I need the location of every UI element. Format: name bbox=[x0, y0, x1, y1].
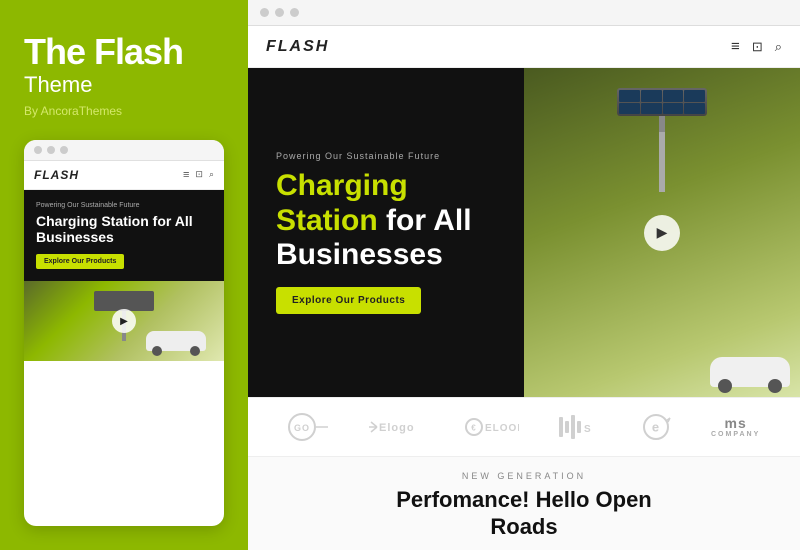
hero-eyebrow: Powering Our Sustainable Future bbox=[276, 151, 496, 161]
bars-svg: S bbox=[558, 413, 600, 441]
svg-text:S: S bbox=[584, 424, 592, 435]
solar-cell-8 bbox=[684, 103, 705, 115]
solar-cell-2 bbox=[641, 90, 662, 102]
eloop-svg: € ELOOP bbox=[464, 416, 519, 438]
svg-text:e: e bbox=[651, 420, 659, 435]
car bbox=[710, 357, 790, 387]
sidebar-byline: By AncoraThemes bbox=[24, 104, 224, 118]
bars-logo: S bbox=[558, 413, 600, 441]
e-circle-logo: e bbox=[640, 413, 672, 441]
mobile-menu-icon: ≡ bbox=[183, 169, 189, 181]
bottom-title-line1: Perfomance! Hello Open bbox=[268, 487, 780, 513]
logos-strip: GO Elogo € ELOOP bbox=[248, 397, 800, 457]
mobile-car-wheel-l bbox=[152, 346, 162, 356]
bottom-section: NEW GENERATION Perfomance! Hello Open Ro… bbox=[248, 457, 800, 550]
search-icon[interactable]: ⌕ bbox=[775, 39, 782, 55]
mobile-dot-1 bbox=[34, 146, 42, 154]
sidebar-title: The Flash bbox=[24, 32, 224, 72]
mobile-logo: FLASH bbox=[34, 168, 79, 182]
mobile-search-icon: ⌕ bbox=[209, 169, 214, 180]
mobile-navbar: FLASH ≡ ⊡ ⌕ bbox=[24, 161, 224, 190]
solar-arm bbox=[659, 116, 665, 132]
mobile-mockup: FLASH ≡ ⊡ ⌕ Powering Our Sustainable Fut… bbox=[24, 140, 224, 526]
solar-cell-4 bbox=[684, 90, 705, 102]
mobile-play-button[interactable]: ▶ bbox=[112, 309, 136, 333]
company-ms: ms bbox=[724, 416, 746, 430]
sidebar-subtitle: Theme bbox=[24, 72, 224, 98]
mobile-bag-icon: ⊡ bbox=[195, 169, 203, 180]
solar-cell-3 bbox=[663, 90, 684, 102]
site-nav-icons: ≡ ⊡ ⌕ bbox=[731, 38, 782, 55]
hero-right: ▶ bbox=[524, 68, 800, 397]
mobile-dot-2 bbox=[47, 146, 55, 154]
solar-pole bbox=[659, 132, 665, 192]
browser-dot-3 bbox=[290, 8, 299, 17]
solar-station bbox=[617, 88, 707, 192]
solar-cell-7 bbox=[663, 103, 684, 115]
mobile-hero: Powering Our Sustainable Future Charging… bbox=[24, 190, 224, 282]
site-logo: FLASH bbox=[266, 38, 329, 56]
play-button[interactable]: ▶ bbox=[644, 215, 680, 251]
go-logo-svg: GO bbox=[288, 413, 330, 441]
go-logo: GO bbox=[288, 413, 330, 441]
mobile-hero-title: Charging Station for All Businesses bbox=[36, 213, 212, 247]
mobile-hero-image: ▶ bbox=[24, 281, 224, 361]
bag-icon[interactable]: ⊡ bbox=[752, 39, 763, 55]
browser-dot-2 bbox=[275, 8, 284, 17]
main-content: FLASH ≡ ⊡ ⌕ Powering Our Sustainable Fut… bbox=[248, 0, 800, 550]
mobile-cta-button[interactable]: Explore Our Products bbox=[36, 254, 124, 269]
solar-cell-6 bbox=[641, 103, 662, 115]
bottom-eyebrow: NEW GENERATION bbox=[268, 471, 780, 481]
site-navbar: FLASH ≡ ⊡ ⌕ bbox=[248, 26, 800, 68]
mobile-hero-eyebrow: Powering Our Sustainable Future bbox=[36, 202, 212, 209]
company-logo: ms COMPANY bbox=[711, 416, 760, 438]
hero-cta-button[interactable]: Explore Our Products bbox=[276, 287, 421, 314]
svg-text:Elogo: Elogo bbox=[379, 422, 415, 434]
browser-dot-1 bbox=[260, 8, 269, 17]
bottom-title-line2: Roads bbox=[268, 514, 780, 540]
hamburger-icon[interactable]: ≡ bbox=[731, 38, 740, 55]
solar-panel bbox=[617, 88, 707, 116]
svg-text:GO: GO bbox=[294, 423, 310, 433]
mobile-browser-bar bbox=[24, 140, 224, 161]
solar-cell-1 bbox=[619, 90, 640, 102]
play-icon: ▶ bbox=[657, 224, 668, 241]
hero-left: Powering Our Sustainable Future Charging… bbox=[248, 68, 524, 397]
sidebar: The Flash Theme By AncoraThemes FLASH ≡ … bbox=[0, 0, 248, 550]
solar-cell-5 bbox=[619, 103, 640, 115]
mobile-car-wheel-r bbox=[190, 346, 200, 356]
eloop-logo: € ELOOP bbox=[464, 416, 519, 438]
mobile-nav-icons: ≡ ⊡ ⌕ bbox=[183, 169, 214, 181]
elogo: Elogo bbox=[369, 416, 424, 438]
mobile-solar-panel bbox=[94, 291, 154, 311]
hero-section: Powering Our Sustainable Future Charging… bbox=[248, 68, 800, 397]
browser-chrome bbox=[248, 0, 800, 26]
svg-text:€: € bbox=[471, 424, 476, 433]
hero-title: Charging Station for All Businesses bbox=[276, 169, 496, 273]
e-circle-svg: e bbox=[640, 413, 672, 441]
mobile-car bbox=[146, 331, 206, 351]
svg-text:ELOOP: ELOOP bbox=[485, 423, 519, 434]
company-text: COMPANY bbox=[711, 431, 760, 438]
mobile-hero-title-yellow: Charging Station bbox=[36, 213, 149, 229]
mobile-dot-3 bbox=[60, 146, 68, 154]
elogo-svg: Elogo bbox=[369, 416, 424, 438]
bottom-title: Perfomance! Hello Open Roads bbox=[268, 487, 780, 540]
